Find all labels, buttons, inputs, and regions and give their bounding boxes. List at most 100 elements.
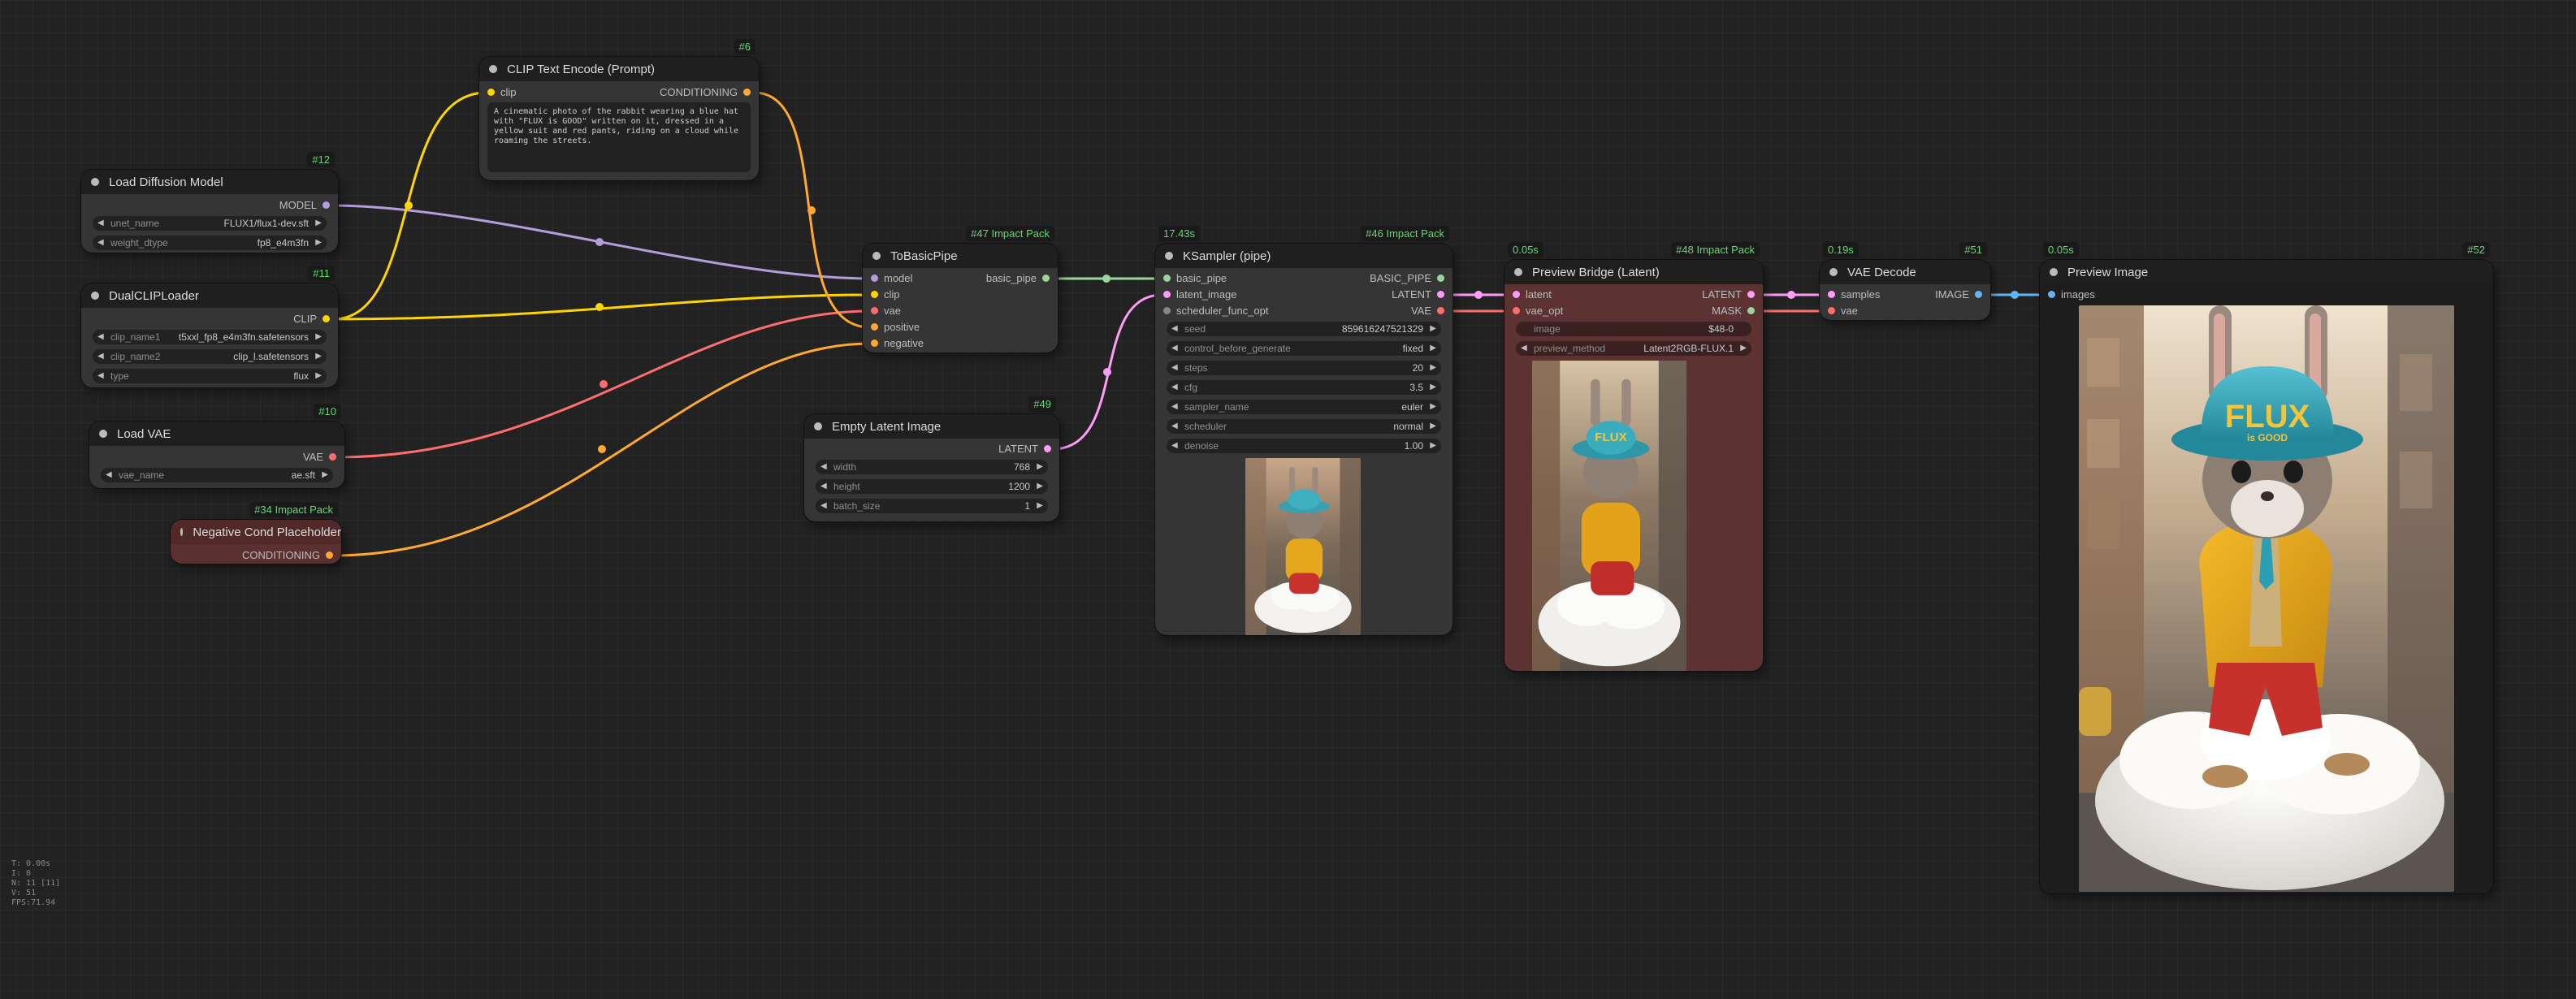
output-slot-basic-pipe[interactable]: BASIC_PIPE [1370,271,1444,286]
input-dot-icon[interactable] [1163,291,1171,298]
node-graph-canvas[interactable]: #6 CLIP Text Encode (Prompt) clip CONDIT… [0,0,2576,999]
node-load-diffusion-model[interactable]: #12 Load Diffusion Model MODEL ◀ unet_na… [81,152,338,253]
decrement-arrow-icon[interactable]: ◀ [97,216,104,231]
input-dot-icon[interactable] [1828,307,1835,314]
increment-arrow-icon[interactable]: ▶ [1430,322,1436,336]
input-dot-icon[interactable] [2048,291,2055,298]
collapse-dot-icon[interactable] [489,65,497,73]
decrement-arrow-icon[interactable]: ◀ [97,330,104,344]
node-to-basic-pipe[interactable]: #47 Impact Pack ToBasicPipe model clip v… [863,226,1058,352]
widget-steps[interactable]: ◀ steps 20 ▶ [1167,361,1441,375]
widget-image[interactable]: image $48-0 [1516,322,1751,336]
node-empty-latent-image[interactable]: #49 Empty Latent Image LATENT ◀ width 76… [804,396,1059,521]
input-slot-vae-opt[interactable]: vae_opt [1513,304,1563,318]
increment-arrow-icon[interactable]: ▶ [1430,419,1436,434]
node-titlebar[interactable]: Negative Cond Placeholder [171,520,341,544]
widget-vae-name[interactable]: ◀ vae_name ae.sft ▶ [101,468,333,482]
input-slot-scheduler-func-opt[interactable]: scheduler_func_opt [1163,304,1268,318]
widget-unet-name[interactable]: ◀ unet_name FLUX1/flux1-dev.sft ▶ [93,216,327,231]
increment-arrow-icon[interactable]: ▶ [1430,400,1436,414]
widget-scheduler[interactable]: ◀ scheduler normal ▶ [1167,419,1441,434]
decrement-arrow-icon[interactable]: ◀ [97,236,104,250]
input-slot-model[interactable]: model [871,271,912,286]
widget-height[interactable]: ◀ height 1200 ▶ [816,479,1048,494]
output-slot-vae[interactable]: VAE [303,450,336,465]
decrement-arrow-icon[interactable]: ◀ [1521,341,1527,356]
node-titlebar[interactable]: DualCLIPLoader [81,283,338,308]
increment-arrow-icon[interactable]: ▶ [1037,479,1043,494]
output-slot-mask[interactable]: MASK [1712,304,1755,318]
decrement-arrow-icon[interactable]: ◀ [97,369,104,383]
decrement-arrow-icon[interactable]: ◀ [1171,439,1178,453]
input-dot-icon[interactable] [487,89,495,96]
collapse-dot-icon[interactable] [1829,268,1838,276]
widget-weight-dtype[interactable]: ◀ weight_dtype fp8_e4m3fn ▶ [93,236,327,250]
output-dot-icon[interactable] [1042,275,1050,282]
increment-arrow-icon[interactable]: ▶ [1430,380,1436,395]
node-titlebar[interactable]: Preview Bridge (Latent) [1504,260,1763,284]
output-slot-latent[interactable]: LATENT [1702,288,1755,302]
node-titlebar[interactable]: ToBasicPipe [863,244,1058,268]
input-slot-vae[interactable]: vae [871,304,901,318]
increment-arrow-icon[interactable]: ▶ [315,216,322,231]
collapse-dot-icon[interactable] [99,430,107,438]
input-dot-icon[interactable] [1163,275,1171,282]
output-dot-icon[interactable] [1437,291,1444,298]
input-dot-icon[interactable] [1828,291,1835,298]
output-slot-latent[interactable]: LATENT [1392,288,1444,302]
node-preview-bridge-latent[interactable]: 0.05s #48 Impact Pack Preview Bridge (La… [1504,242,1763,671]
input-dot-icon[interactable] [871,275,878,282]
output-dot-icon[interactable] [743,89,751,96]
output-dot-icon[interactable] [1747,291,1755,298]
output-slot-image[interactable]: IMAGE [1935,288,1982,302]
input-slot-positive[interactable]: positive [871,320,920,335]
node-negative-cond-placeholder[interactable]: #34 Impact Pack Negative Cond Placeholde… [171,502,341,564]
decrement-arrow-icon[interactable]: ◀ [106,468,112,482]
decrement-arrow-icon[interactable]: ◀ [820,479,827,494]
collapse-dot-icon[interactable] [2050,268,2058,276]
widget-control-before-generate[interactable]: ◀ control_before_generate fixed ▶ [1167,341,1441,356]
increment-arrow-icon[interactable]: ▶ [315,349,322,364]
increment-arrow-icon[interactable]: ▶ [315,236,322,250]
output-slot-vae[interactable]: VAE [1411,304,1444,318]
decrement-arrow-icon[interactable]: ◀ [1171,361,1178,375]
collapse-dot-icon[interactable] [872,252,881,260]
prompt-textarea[interactable]: A cinematic photo of the rabbit wearing … [487,102,751,172]
input-dot-icon[interactable] [871,323,878,331]
node-titlebar[interactable]: VAE Decode [1820,260,1990,284]
decrement-arrow-icon[interactable]: ◀ [1171,419,1178,434]
increment-arrow-icon[interactable]: ▶ [322,468,328,482]
increment-arrow-icon[interactable]: ▶ [1430,439,1436,453]
output-dot-icon[interactable] [323,201,330,209]
node-titlebar[interactable]: CLIP Text Encode (Prompt) [479,57,759,81]
output-slot-basic-pipe[interactable]: basic_pipe [986,271,1050,286]
node-preview-image[interactable]: 0.05s #52 Preview Image images FLUX is G… [2040,242,2493,893]
output-slot-clip[interactable]: CLIP [293,312,330,327]
node-titlebar[interactable]: Preview Image [2040,260,2493,284]
output-dot-icon[interactable] [1437,307,1444,314]
node-dual-clip-loader[interactable]: #11 DualCLIPLoader CLIP ◀ clip_name1 t5x… [81,266,338,387]
output-dot-icon[interactable] [1437,275,1444,282]
node-titlebar[interactable]: Empty Latent Image [804,414,1059,439]
output-dot-icon[interactable] [323,315,330,322]
decrement-arrow-icon[interactable]: ◀ [1171,380,1178,395]
input-slot-vae[interactable]: vae [1828,304,1858,318]
increment-arrow-icon[interactable]: ▶ [1037,460,1043,474]
input-slot-clip[interactable]: clip [487,85,517,100]
input-slot-clip[interactable]: clip [871,288,900,302]
node-titlebar[interactable]: Load VAE [89,422,344,446]
input-dot-icon[interactable] [871,307,878,314]
decrement-arrow-icon[interactable]: ◀ [1171,322,1178,336]
input-dot-icon[interactable] [1513,291,1520,298]
increment-arrow-icon[interactable]: ▶ [315,330,322,344]
increment-arrow-icon[interactable]: ▶ [1430,341,1436,356]
input-slot-negative[interactable]: negative [871,336,924,351]
output-dot-icon[interactable] [1747,307,1755,314]
input-dot-icon[interactable] [1163,307,1171,314]
widget-denoise[interactable]: ◀ denoise 1.00 ▶ [1167,439,1441,453]
node-load-vae[interactable]: #10 Load VAE VAE ◀ vae_name ae.sft ▶ [89,404,344,488]
widget-width[interactable]: ◀ width 768 ▶ [816,460,1048,474]
widget-seed[interactable]: ◀ seed 859616247521329 ▶ [1167,322,1441,336]
node-clip-text-encode[interactable]: #6 CLIP Text Encode (Prompt) clip CONDIT… [479,39,759,180]
decrement-arrow-icon[interactable]: ◀ [1171,400,1178,414]
